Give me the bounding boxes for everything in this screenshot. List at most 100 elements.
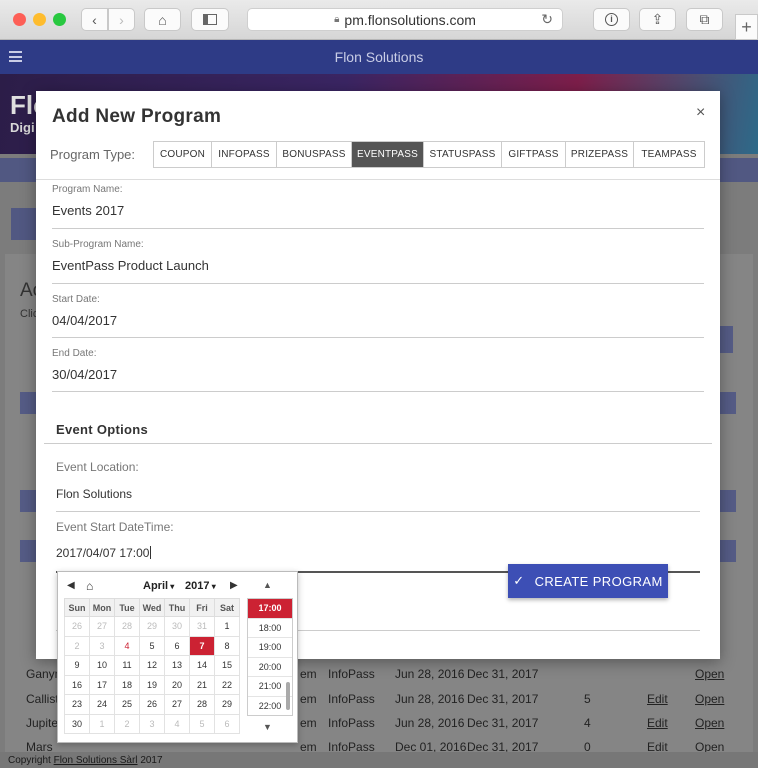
year-select[interactable]: 2017 ▾ <box>185 580 216 592</box>
share-button[interactable]: ⇪ <box>639 8 676 31</box>
calendar-day[interactable]: 4 <box>114 635 140 656</box>
calendar-day[interactable]: 21 <box>189 674 215 695</box>
reload-icon[interactable]: ↻ <box>541 11 553 28</box>
calendar-day[interactable]: 24 <box>89 694 115 715</box>
add-button[interactable] <box>718 326 733 353</box>
calendar-day[interactable]: 29 <box>214 694 240 715</box>
calendar-day[interactable]: 10 <box>89 655 115 676</box>
sub-program-name-field[interactable]: EventPass Product Launch <box>52 258 209 273</box>
calendar-day[interactable]: 5 <box>139 635 165 656</box>
calendar-day[interactable]: 6 <box>214 713 240 734</box>
back-button[interactable]: ‹ <box>81 8 108 31</box>
time-option[interactable]: 20:00 <box>248 658 292 678</box>
calendar-day[interactable]: 15 <box>214 655 240 676</box>
calendar-day[interactable]: 28 <box>114 616 140 637</box>
copy-button[interactable] <box>11 208 39 240</box>
close-window-button[interactable] <box>13 13 26 26</box>
calendar-day[interactable]: 31 <box>189 616 215 637</box>
close-icon[interactable]: × <box>696 104 705 122</box>
info-button[interactable]: i <box>593 8 630 31</box>
app-header: Flon Solutions <box>0 40 758 74</box>
time-option[interactable]: 17:00 <box>248 599 292 619</box>
weekday-header: Sun <box>64 598 90 617</box>
time-option[interactable]: 18:00 <box>248 619 292 639</box>
row-edit-link[interactable]: Edit <box>647 740 668 752</box>
row-edit-link[interactable]: Edit <box>647 692 668 706</box>
tab-coupon[interactable]: COUPON <box>154 142 212 167</box>
time-down-icon[interactable]: ▼ <box>263 722 272 732</box>
row-open-link[interactable]: Open <box>695 692 724 706</box>
program-name-field[interactable]: Events 2017 <box>52 203 124 218</box>
row-open-link[interactable]: Open <box>695 716 724 730</box>
create-program-button[interactable]: ✓ CREATE PROGRAM <box>508 564 668 598</box>
event-start-field[interactable]: 2017/04/07 17:00 <box>56 546 152 560</box>
tabs-button[interactable]: ⧉ <box>686 8 723 31</box>
calendar-day[interactable]: 20 <box>164 674 190 695</box>
tab-teampass[interactable]: TEAMPASS <box>634 142 704 167</box>
calendar-day[interactable]: 30 <box>164 616 190 637</box>
calendar-day[interactable]: 26 <box>139 694 165 715</box>
calendar-day[interactable]: 2 <box>114 713 140 734</box>
next-month-icon[interactable]: ▶ <box>230 580 238 591</box>
minimize-window-button[interactable] <box>33 13 46 26</box>
calendar-day[interactable]: 18 <box>114 674 140 695</box>
footer-link[interactable]: Flon Solutions Sàrl <box>54 755 138 766</box>
sidebar-button[interactable] <box>191 8 229 31</box>
calendar-day[interactable]: 11 <box>114 655 140 676</box>
tab-eventpass[interactable]: EVENTPASS <box>352 142 424 167</box>
row-open-link[interactable]: Open <box>695 740 724 752</box>
calendar-day[interactable]: 9 <box>64 655 90 676</box>
calendar-day[interactable]: 25 <box>114 694 140 715</box>
calendar-week: 30 1 2 3 4 5 6 <box>64 713 240 734</box>
end-date-field[interactable]: 30/04/2017 <box>52 367 117 382</box>
calendar-day[interactable]: 14 <box>189 655 215 676</box>
calendar-day[interactable]: 1 <box>89 713 115 734</box>
calendar-day[interactable]: 22 <box>214 674 240 695</box>
calendar-day[interactable]: 23 <box>64 694 90 715</box>
calendar-day[interactable]: 1 <box>214 616 240 637</box>
home-button[interactable]: ⌂ <box>144 8 181 31</box>
calendar-day[interactable]: 29 <box>139 616 165 637</box>
row-edit-link[interactable]: Edit <box>647 716 668 730</box>
calendar-day[interactable]: 2 <box>64 635 90 656</box>
time-option[interactable]: 19:00 <box>248 638 292 658</box>
row-open-link[interactable]: Open <box>695 667 724 681</box>
share-icon: ⇪ <box>651 11 664 27</box>
calendar-day[interactable]: 30 <box>64 713 90 734</box>
address-bar[interactable]: 🔒︎ pm.flonsolutions.com ↻ <box>247 8 563 31</box>
calendar-day[interactable]: 17 <box>89 674 115 695</box>
calendar-day[interactable]: 5 <box>189 713 215 734</box>
calendar-day[interactable]: 13 <box>164 655 190 676</box>
start-date-field[interactable]: 04/04/2017 <box>52 313 117 328</box>
zoom-window-button[interactable] <box>53 13 66 26</box>
weekday-header: Fri <box>189 598 215 617</box>
browser-toolbar: ‹ › ⌂ 🔒︎ pm.flonsolutions.com ↻ i ⇪ ⧉ + <box>0 0 758 40</box>
calendar-day[interactable]: 27 <box>89 616 115 637</box>
event-location-field[interactable]: Flon Solutions <box>56 487 132 501</box>
prev-month-icon[interactable]: ◀ <box>67 580 75 591</box>
calendar-day[interactable]: 4 <box>164 713 190 734</box>
tab-giftpass[interactable]: GIFTPASS <box>502 142 566 167</box>
calendar-day[interactable]: 3 <box>139 713 165 734</box>
calendar-day[interactable]: 26 <box>64 616 90 637</box>
calendar-day[interactable]: 3 <box>89 635 115 656</box>
calendar-day[interactable]: 19 <box>139 674 165 695</box>
month-select[interactable]: April ▾ <box>143 580 174 592</box>
forward-button[interactable]: › <box>108 8 135 31</box>
calendar-day[interactable]: 16 <box>64 674 90 695</box>
calendar-day[interactable]: 27 <box>164 694 190 715</box>
tab-prizepass[interactable]: PRIZEPASS <box>566 142 634 167</box>
time-up-icon[interactable]: ▲ <box>263 580 272 590</box>
menu-icon[interactable] <box>9 51 22 62</box>
calendar-day[interactable]: 6 <box>164 635 190 656</box>
tab-statuspass[interactable]: STATUSPASS <box>424 142 502 167</box>
calendar-day[interactable]: 7 <box>189 635 215 656</box>
new-tab-button[interactable]: + <box>735 14 758 40</box>
home-icon[interactable]: ⌂ <box>86 579 93 593</box>
calendar-day[interactable]: 8 <box>214 635 240 656</box>
calendar-day[interactable]: 28 <box>189 694 215 715</box>
tab-bonuspass[interactable]: BONUSPASS <box>277 142 352 167</box>
calendar-day[interactable]: 12 <box>139 655 165 676</box>
time-list-scrollbar[interactable] <box>286 682 290 710</box>
tab-infopass[interactable]: INFOPASS <box>212 142 277 167</box>
